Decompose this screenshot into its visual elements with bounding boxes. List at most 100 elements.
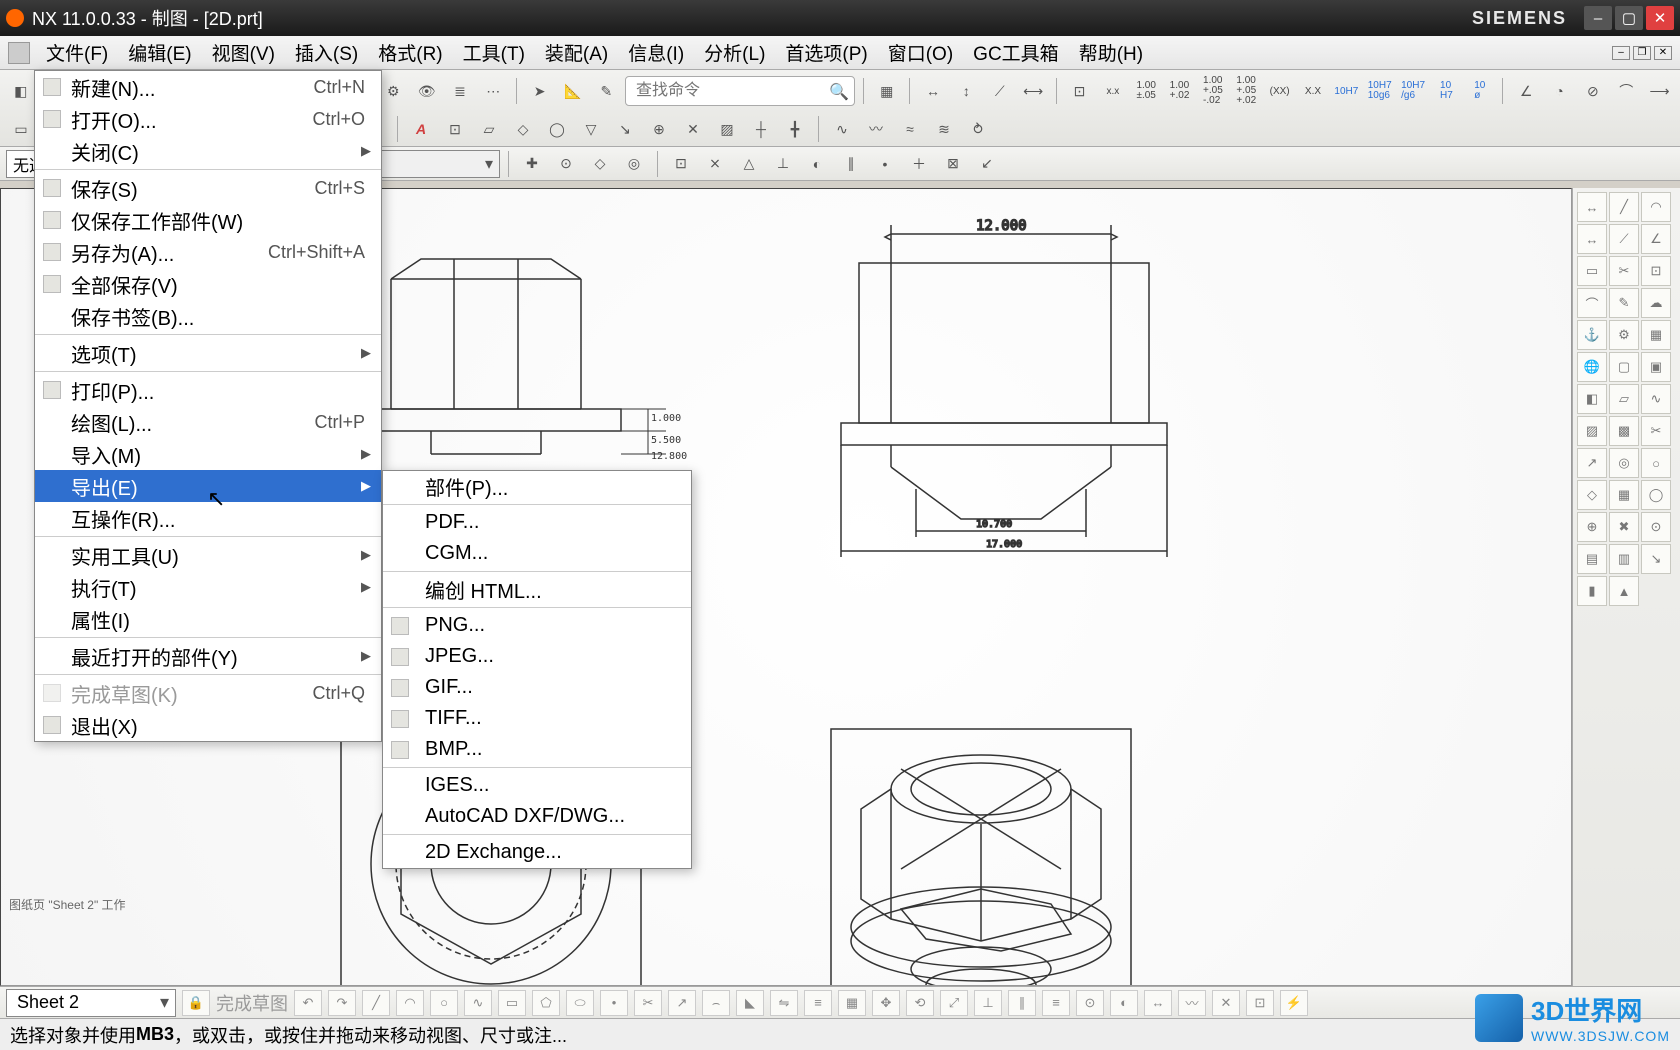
rt-det-icon[interactable]: ◎ — [1609, 448, 1639, 478]
export-menu-item-3[interactable]: CGM... — [383, 538, 691, 569]
close-button[interactable]: ✕ — [1646, 6, 1674, 30]
b-move-icon[interactable]: ✥ — [872, 990, 900, 1016]
snap-mid-icon[interactable]: ⊙ — [551, 149, 581, 179]
tol-sym-icon[interactable]: 1.00 ±.05 — [1132, 76, 1161, 106]
dim-chain-icon[interactable]: ⟶ — [1645, 76, 1674, 106]
b-ext-icon[interactable]: ↗ — [668, 990, 696, 1016]
b-pt-icon[interactable]: • — [600, 990, 628, 1016]
rt-iso-icon[interactable]: ◧ — [1577, 384, 1607, 414]
curve-icon[interactable]: ∿ — [827, 114, 857, 144]
tol-none-icon[interactable]: x.x — [1098, 76, 1127, 106]
rt-fill-icon[interactable]: ▨ — [1577, 416, 1607, 446]
menu-analysis[interactable]: 分析(L) — [694, 35, 775, 70]
rt-inst-icon[interactable]: ▦ — [1641, 320, 1671, 350]
menu-preferences[interactable]: 首选项(P) — [775, 35, 877, 70]
fit-dia-icon[interactable]: 10 ø — [1465, 76, 1494, 106]
rt-grid-icon[interactable]: ▦ — [1609, 480, 1639, 510]
rt-view-icon[interactable]: ▢ — [1609, 352, 1639, 382]
tol-plusminus-icon[interactable]: 1.00 +.05 -.02 — [1198, 76, 1227, 106]
export-menu-item-13[interactable]: IGES... — [383, 770, 691, 801]
snap-par-icon[interactable]: ∥ — [836, 149, 866, 179]
b-rotate-icon[interactable]: ⟲ — [906, 990, 934, 1016]
menu-info[interactable]: 信息(I) — [618, 35, 694, 70]
tol-ref-icon[interactable]: (XX) — [1265, 76, 1294, 106]
search-icon[interactable]: 🔍 — [829, 82, 849, 102]
b-curve-icon[interactable]: 〰 — [1178, 990, 1206, 1016]
export-menu-item-11[interactable]: BMP... — [383, 734, 691, 765]
rt-bal-icon[interactable]: ○ — [1641, 448, 1671, 478]
rt-arc-icon[interactable]: ◠ — [1641, 192, 1671, 222]
file-menu-item-4[interactable]: 保存(S)Ctrl+S — [35, 172, 381, 204]
rt-circ-icon[interactable]: ◯ — [1641, 480, 1671, 510]
rt-arrow-icon[interactable]: ▲ — [1609, 576, 1639, 606]
fit-h7g6-icon[interactable]: 10H7 10g6 — [1365, 76, 1394, 106]
rt-hatch-icon[interactable]: ▩ — [1609, 416, 1639, 446]
file-menu-item-6[interactable]: 另存为(A)...Ctrl+Shift+A — [35, 236, 381, 268]
curve3-icon[interactable]: ≈ — [895, 114, 925, 144]
dim-rapid-icon[interactable]: ⟷ — [1018, 76, 1047, 106]
b-int-icon[interactable]: ✕ — [1212, 990, 1240, 1016]
file-menu-item-15[interactable]: 导出(E)▶ — [35, 470, 381, 502]
surface-icon[interactable]: ▽ — [576, 114, 606, 144]
balloon-icon[interactable]: ◯ — [542, 114, 572, 144]
file-menu-item-22[interactable]: 最近打开的部件(Y)▶ — [35, 640, 381, 672]
b-constr3-icon[interactable]: ≡ — [1042, 990, 1070, 1016]
b-offset-icon[interactable]: ≡ — [804, 990, 832, 1016]
file-menu-item-25[interactable]: 退出(X) — [35, 709, 381, 741]
file-menu-item-1[interactable]: 打开(O)...Ctrl+O — [35, 103, 381, 135]
menu-help[interactable]: 帮助(H) — [1069, 35, 1153, 70]
tol-plus-icon[interactable]: 1.00 +.02 — [1165, 76, 1194, 106]
snap-near-icon[interactable]: △ — [734, 149, 764, 179]
menu-gctoolbox[interactable]: GC工具箱 — [963, 35, 1069, 70]
rt-sym-icon[interactable]: ◇ — [1577, 480, 1607, 510]
file-menu-item-12[interactable]: 打印(P)... — [35, 374, 381, 406]
pointer-icon[interactable]: ➤ — [525, 76, 554, 106]
b-line-icon[interactable]: ╱ — [362, 990, 390, 1016]
command-search-input[interactable] — [625, 76, 855, 106]
b-scale-icon[interactable]: ⤢ — [940, 990, 968, 1016]
window-mode-icon[interactable]: ▦ — [872, 76, 901, 106]
b-pattern-icon[interactable]: ▦ — [838, 990, 866, 1016]
dim-arc-icon[interactable]: ⌒ — [1612, 76, 1641, 106]
file-menu-item-5[interactable]: 仅保存工作部件(W) — [35, 204, 381, 236]
rt-edge-icon[interactable]: ⟋ — [1609, 224, 1639, 254]
fit-h7-icon[interactable]: 10H7 — [1332, 76, 1361, 106]
rt-col-icon[interactable]: ▮ — [1577, 576, 1607, 606]
file-menu-item-18[interactable]: 实用工具(U)▶ — [35, 539, 381, 571]
rt-section-icon[interactable]: ⊡ — [1641, 256, 1671, 286]
app-menu-icon[interactable] — [8, 42, 30, 64]
b-dim-icon[interactable]: ↔ — [1144, 990, 1172, 1016]
snap-quad-icon[interactable]: ⊡ — [666, 149, 696, 179]
ruler-icon[interactable]: 📐 — [558, 76, 587, 106]
intersect-icon[interactable]: ✕ — [678, 114, 708, 144]
snap-tan-icon[interactable]: ◐ — [802, 149, 832, 179]
more-nav-icon[interactable]: ⋯ — [479, 76, 508, 106]
command-search[interactable]: 🔍 — [625, 76, 855, 106]
dim-vert-icon[interactable]: ↕ — [952, 76, 981, 106]
weld-icon[interactable]: ↘ — [610, 114, 640, 144]
file-menu-item-10[interactable]: 选项(T)▶ — [35, 337, 381, 369]
export-menu-item-5[interactable]: 编创 HTML... — [383, 574, 691, 605]
file-menu-item-0[interactable]: 新建(N)...Ctrl+N — [35, 71, 381, 103]
export-menu-item-16[interactable]: 2D Exchange... — [383, 837, 691, 868]
rt-plane-icon[interactable]: ▱ — [1609, 384, 1639, 414]
file-menu-item-8[interactable]: 保存书签(B)... — [35, 300, 381, 332]
b-chamfer-icon[interactable]: ◣ — [736, 990, 764, 1016]
menu-edit[interactable]: 编辑(E) — [118, 35, 201, 70]
rt-exp-icon[interactable]: ↘ — [1641, 544, 1671, 574]
rt-dim2-icon[interactable]: ↔ — [1577, 224, 1607, 254]
sheet-selector-combo[interactable]: Sheet 2 — [6, 989, 176, 1017]
file-menu-item-7[interactable]: 全部保存(V) — [35, 268, 381, 300]
export-menu-item-7[interactable]: PNG... — [383, 610, 691, 641]
mdi-minimize-button[interactable]: – — [1612, 46, 1630, 60]
hatch-icon[interactable]: ▨ — [712, 114, 742, 144]
rt-table-icon[interactable]: ▤ — [1577, 544, 1607, 574]
menu-insert[interactable]: 插入(S) — [285, 35, 368, 70]
file-menu-item-16[interactable]: 互操作(R)... — [35, 502, 381, 534]
tol-basic-icon[interactable]: X.X — [1298, 76, 1327, 106]
file-menu-item-20[interactable]: 属性(I) — [35, 603, 381, 635]
export-menu-item-14[interactable]: AutoCAD DXF/DWG... — [383, 801, 691, 832]
layer-icon[interactable]: ≣ — [445, 76, 474, 106]
menu-file[interactable]: 文件(F) — [36, 35, 118, 70]
b-poly-icon[interactable]: ⬠ — [532, 990, 560, 1016]
